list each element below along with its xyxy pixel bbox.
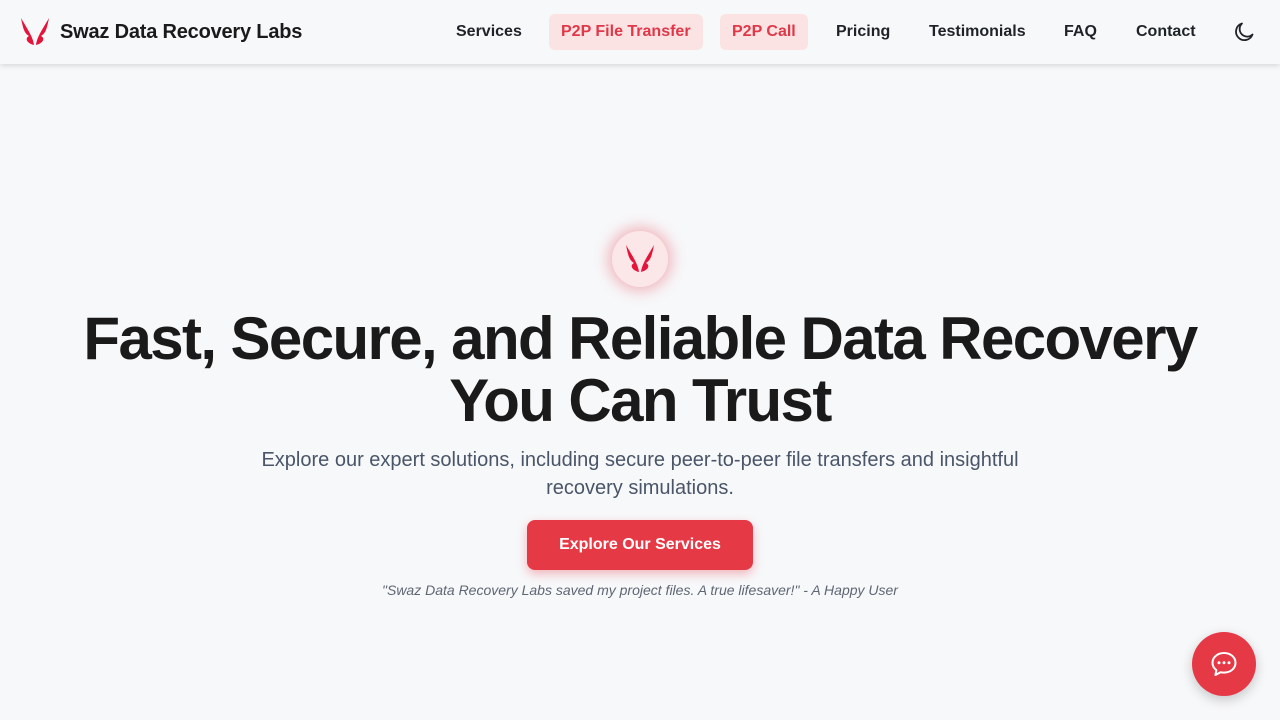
hero-title-line-1: Fast, Secure, and Reliable Data Recovery bbox=[83, 305, 1198, 372]
nav-item-p2p-file-transfer[interactable]: P2P File Transfer bbox=[549, 14, 703, 50]
nav-links: Services P2P File Transfer P2P Call Pric… bbox=[0, 14, 1280, 50]
hero-logo bbox=[612, 231, 668, 287]
nav-item-p2p-call[interactable]: P2P Call bbox=[720, 14, 808, 50]
moon-icon bbox=[1235, 22, 1254, 41]
hero-title: Fast, Secure, and Reliable Data Recovery… bbox=[0, 308, 1280, 432]
hero-subtitle: Explore our expert solutions, including … bbox=[261, 449, 1019, 499]
hero-title-line-2: You Can Trust bbox=[449, 367, 832, 434]
explore-services-button[interactable]: Explore Our Services bbox=[527, 520, 753, 570]
nav-item-testimonials[interactable]: Testimonials bbox=[917, 14, 1038, 50]
chat-button[interactable] bbox=[1192, 632, 1256, 696]
nav-item-pricing[interactable]: Pricing bbox=[824, 14, 902, 50]
nav-item-contact[interactable]: Contact bbox=[1124, 14, 1208, 50]
nav-item-services[interactable]: Services bbox=[444, 14, 534, 50]
chat-bubble-icon bbox=[1211, 652, 1237, 676]
theme-toggle-button[interactable] bbox=[1230, 18, 1258, 46]
nav-item-faq[interactable]: FAQ bbox=[1052, 14, 1109, 50]
testimonial-quote: "Swaz Data Recovery Labs saved my projec… bbox=[382, 582, 898, 598]
butterfly-icon bbox=[626, 245, 654, 272]
navbar: Swaz Data Recovery Labs Services P2P Fil… bbox=[0, 0, 1280, 64]
